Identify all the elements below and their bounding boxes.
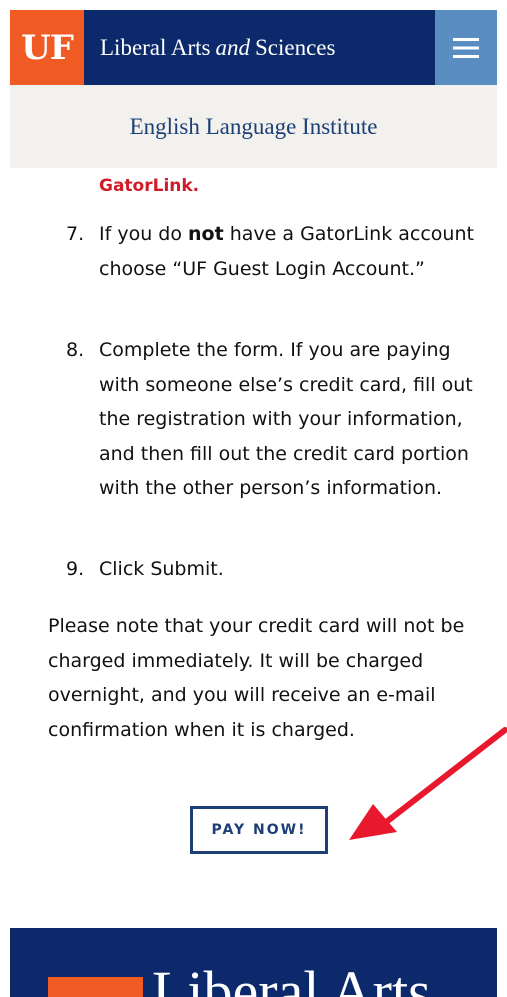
step-text: Click Submit.: [99, 558, 224, 580]
red-arrow-annotation: [349, 727, 507, 840]
step-text: If you do not have a GatorLink account c…: [99, 217, 474, 286]
credit-card-note: Please note that your credit card will n…: [48, 615, 465, 741]
site-title[interactable]: Liberal Arts and Sciences: [84, 10, 435, 85]
step-text-bold: not: [188, 223, 224, 245]
step-number: 7.: [66, 223, 85, 245]
footer-logo: [48, 977, 143, 997]
site-title-part1: Liberal Arts: [100, 34, 211, 60]
department-title[interactable]: English Language Institute: [130, 114, 378, 140]
hamburger-menu-icon: [453, 37, 479, 58]
uf-logo[interactable]: UF: [10, 10, 84, 85]
menu-button[interactable]: [435, 10, 497, 85]
step-number: 9.: [66, 558, 85, 580]
site-title-and: and: [215, 34, 251, 60]
step-number: 8.: [66, 339, 85, 361]
gatorlink-text: GatorLink.: [99, 176, 200, 196]
pay-now-button[interactable]: PAY NOW!: [190, 806, 328, 854]
department-bar: English Language Institute: [10, 85, 497, 168]
site-title-part2: Sciences: [255, 34, 336, 60]
step-text-pre: If you do: [99, 223, 189, 245]
step-text: Complete the form. If you are paying wit…: [99, 339, 473, 499]
footer-title: Liberal Arts: [152, 959, 431, 997]
site-header: UF Liberal Arts and Sciences: [10, 10, 497, 85]
site-footer: Liberal Arts: [10, 928, 497, 997]
